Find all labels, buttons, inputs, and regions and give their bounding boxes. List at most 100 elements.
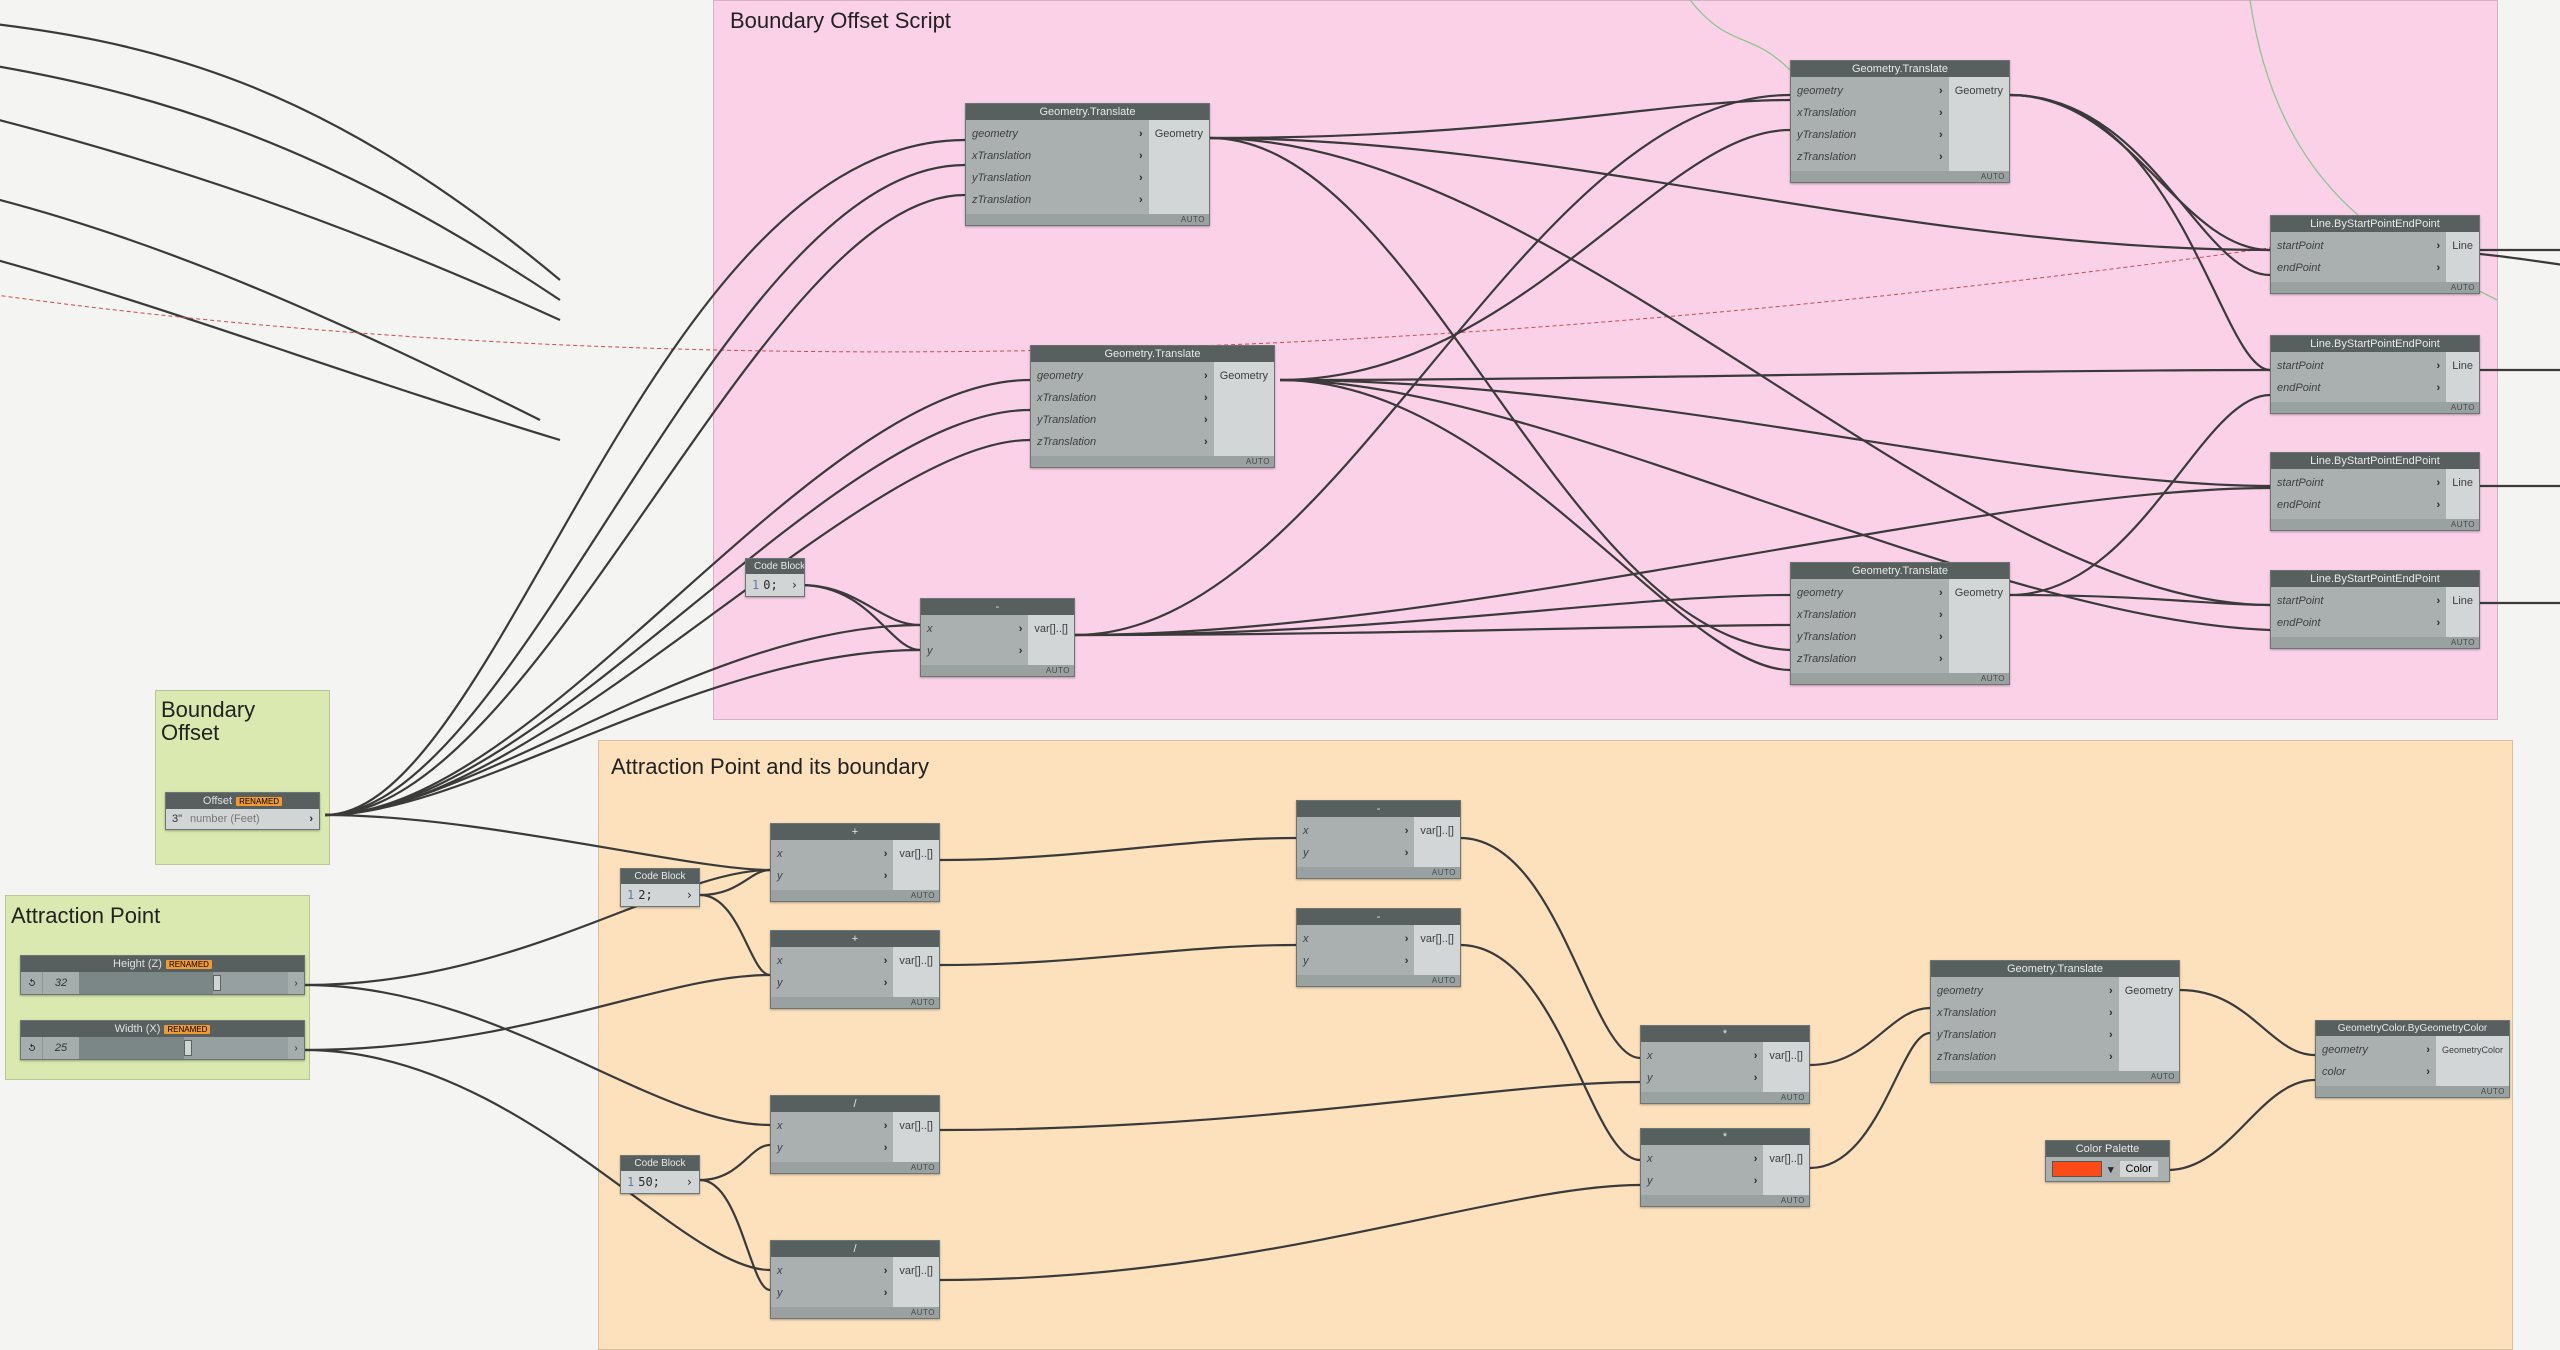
offset-value[interactable]: 3" [172,813,182,825]
in-y[interactable]: y› [771,1137,893,1159]
out-line[interactable]: Line [2452,472,2473,494]
in-x[interactable]: x› [771,843,893,865]
in-x[interactable]: x› [771,1115,893,1137]
out-var[interactable]: var[]..[] [1420,928,1454,950]
node-geometry-translate-3[interactable]: Geometry.Translate geometry› xTranslatio… [1790,60,2010,183]
in-y[interactable]: y› [771,865,893,887]
in-x[interactable]: x› [1297,820,1414,842]
in-ztranslation[interactable]: zTranslation› [1791,648,1949,670]
node-op-mul-1[interactable]: * x› y› var[]..[] AUTO [1640,1025,1810,1104]
in-y[interactable]: y› [1297,950,1414,972]
in-endpoint[interactable]: endPoint› [2271,612,2446,634]
in-ytranslation[interactable]: yTranslation› [1791,124,1949,146]
in-ytranslation[interactable]: yTranslation› [1931,1024,2119,1046]
chevron-icon[interactable]: › [791,578,798,592]
slider-track[interactable] [79,972,288,994]
in-x[interactable]: x› [771,950,893,972]
out-var[interactable]: var[]..[] [1420,820,1454,842]
chevron-icon[interactable]: › [288,1043,304,1054]
code-body[interactable]: 1 0; › [746,574,804,596]
in-startpoint[interactable]: startPoint› [2271,355,2446,377]
in-startpoint[interactable]: startPoint› [2271,235,2446,257]
in-geometry[interactable]: geometry› [2316,1039,2436,1061]
out-var[interactable]: var[]..[] [1034,618,1068,640]
in-ytranslation[interactable]: yTranslation› [966,167,1149,189]
in-xtranslation[interactable]: xTranslation› [1031,387,1214,409]
refresh-icon[interactable] [21,972,43,994]
in-startpoint[interactable]: startPoint› [2271,472,2446,494]
out-geometry[interactable]: Geometry [1155,123,1203,145]
node-code-block-50[interactable]: Code Block 1 50; › [620,1155,700,1194]
chevron-icon[interactable]: › [686,1175,693,1189]
chevron-icon[interactable]: › [288,978,304,989]
node-line-3[interactable]: Line.ByStartPointEndPoint startPoint› en… [2270,452,2480,531]
in-xtranslation[interactable]: xTranslation› [1931,1002,2119,1024]
in-startpoint[interactable]: startPoint› [2271,590,2446,612]
in-xtranslation[interactable]: xTranslation› [966,145,1149,167]
out-geometrycolor[interactable]: GeometryColor [2442,1039,2503,1061]
in-ytranslation[interactable]: yTranslation› [1031,409,1214,431]
node-line-1[interactable]: Line.ByStartPointEndPoint startPoint› en… [2270,215,2480,294]
in-x[interactable]: x› [771,1260,893,1282]
node-line-4[interactable]: Line.ByStartPointEndPoint startPoint› en… [2270,570,2480,649]
out-line[interactable]: Line [2452,355,2473,377]
in-y[interactable]: y› [1297,842,1414,864]
out-color[interactable]: Color [2120,1161,2158,1177]
chevron-icon[interactable]: › [686,888,693,902]
in-ztranslation[interactable]: zTranslation› [966,189,1149,211]
node-geometry-translate-2[interactable]: Geometry.Translate geometry› xTranslatio… [1030,345,1275,468]
out-var[interactable]: var[]..[] [899,843,933,865]
in-geometry[interactable]: geometry› [1931,980,2119,1002]
node-op-plus-1[interactable]: + x› y› var[]..[] AUTO [770,823,940,902]
in-x[interactable]: x› [921,618,1028,640]
in-y[interactable]: y› [1641,1170,1763,1192]
chevron-icon[interactable]: › [309,813,313,825]
in-x[interactable]: x› [1641,1148,1763,1170]
out-var[interactable]: var[]..[] [899,1115,933,1137]
node-geometry-translate-orange[interactable]: Geometry.Translate geometry› xTranslatio… [1930,960,2180,1083]
node-geometry-color[interactable]: GeometryColor.ByGeometryColor geometry› … [2315,1020,2510,1098]
slider-value[interactable]: 32 [43,977,79,989]
in-ztranslation[interactable]: zTranslation› [1791,146,1949,168]
in-x[interactable]: x› [1641,1045,1763,1067]
in-endpoint[interactable]: endPoint› [2271,494,2446,516]
in-ztranslation[interactable]: zTranslation› [1031,431,1214,453]
code-body[interactable]: 1 2; › [621,884,699,906]
node-op-plus-2[interactable]: + x› y› var[]..[] AUTO [770,930,940,1009]
slider-track[interactable] [79,1037,288,1059]
in-xtranslation[interactable]: xTranslation› [1791,102,1949,124]
in-x[interactable]: x› [1297,928,1414,950]
node-op-div-1[interactable]: / x› y› var[]..[] AUTO [770,1095,940,1174]
out-geometry[interactable]: Geometry [2125,980,2173,1002]
in-xtranslation[interactable]: xTranslation› [1791,604,1949,626]
node-op-minus-2[interactable]: - x› y› var[]..[] AUTO [1296,908,1461,987]
in-ytranslation[interactable]: yTranslation› [1791,626,1949,648]
out-line[interactable]: Line [2452,235,2473,257]
node-code-block-2[interactable]: Code Block 1 2; › [620,868,700,907]
in-ztranslation[interactable]: zTranslation› [1931,1046,2119,1068]
node-color-palette[interactable]: Color Palette ▾ Color [2045,1140,2170,1182]
slider-value[interactable]: 25 [43,1042,79,1054]
out-line[interactable]: Line [2452,590,2473,612]
in-endpoint[interactable]: endPoint› [2271,257,2446,279]
out-geometry[interactable]: Geometry [1955,80,2003,102]
in-geometry[interactable]: geometry› [1791,582,1949,604]
in-y[interactable]: y› [921,640,1028,662]
node-width-slider[interactable]: Width (X)RENAMED 25 › [20,1020,305,1060]
out-var[interactable]: var[]..[] [899,1260,933,1282]
in-geometry[interactable]: geometry› [966,123,1149,145]
in-y[interactable]: y› [771,1282,893,1304]
node-op-minus-pink[interactable]: - x› y› var[]..[] AUTO [920,598,1075,677]
node-offset-input[interactable]: OffsetRENAMED 3" number (Feet) › [165,792,320,830]
out-var[interactable]: var[]..[] [899,950,933,972]
color-swatch[interactable] [2052,1161,2102,1177]
node-op-mul-2[interactable]: * x› y› var[]..[] AUTO [1640,1128,1810,1207]
out-geometry[interactable]: Geometry [1955,582,2003,604]
in-endpoint[interactable]: endPoint› [2271,377,2446,399]
node-height-slider[interactable]: Height (Z)RENAMED 32 › [20,955,305,995]
out-var[interactable]: var[]..[] [1769,1045,1803,1067]
node-geometry-translate-1[interactable]: Geometry.Translate geometry› xTranslatio… [965,103,1210,226]
node-op-div-2[interactable]: / x› y› var[]..[] AUTO [770,1240,940,1319]
in-y[interactable]: y› [771,972,893,994]
in-geometry[interactable]: geometry› [1031,365,1214,387]
